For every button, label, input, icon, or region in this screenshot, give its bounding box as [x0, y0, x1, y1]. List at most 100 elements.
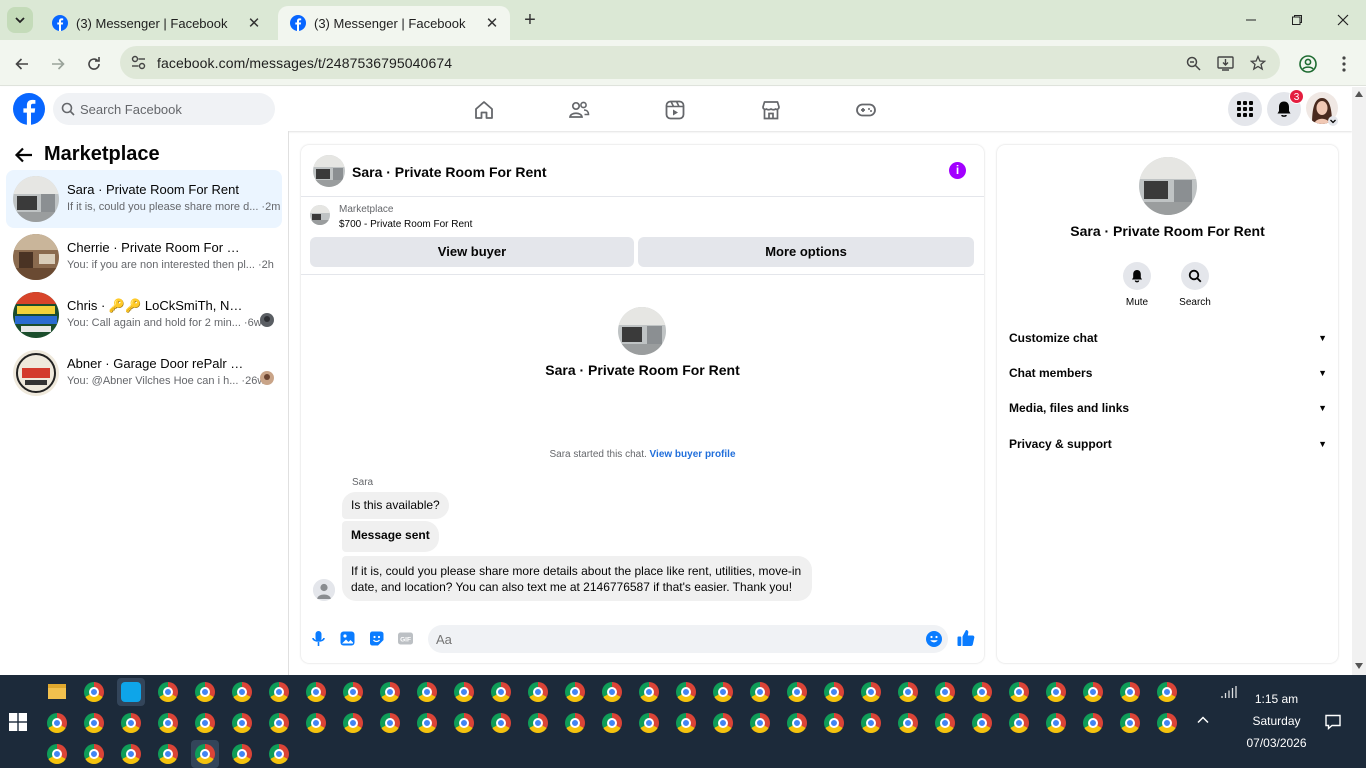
chrome-icon[interactable] — [158, 713, 178, 733]
chrome-icon[interactable] — [232, 744, 252, 764]
info-icon[interactable]: i — [949, 162, 966, 179]
clock-date[interactable]: 07/03/2026 — [1239, 736, 1314, 750]
back-button[interactable] — [11, 53, 33, 75]
chrome-icon[interactable] — [84, 744, 104, 764]
privacy-support-section[interactable]: Privacy & support ▼ — [1009, 437, 1327, 457]
new-tab-button[interactable]: + — [518, 10, 542, 32]
back-arrow-icon[interactable] — [14, 145, 34, 165]
photo-icon[interactable] — [339, 630, 356, 647]
customize-chat-section[interactable]: Customize chat ▼ — [1009, 331, 1327, 351]
tab-search-button[interactable] — [7, 7, 33, 33]
chrome-icon[interactable] — [1046, 713, 1066, 733]
chrome-icon[interactable] — [602, 713, 622, 733]
view-buyer-profile-link[interactable]: View buyer profile — [650, 449, 736, 460]
chrome-icon[interactable] — [750, 682, 770, 702]
chrome-icon[interactable] — [1120, 682, 1140, 702]
chat-list-item[interactable]: Sara · Private Room For Rent If it is, c… — [6, 170, 282, 228]
conversation-avatar[interactable] — [313, 155, 345, 187]
chrome-icon[interactable] — [528, 682, 548, 702]
chrome-icon[interactable] — [861, 682, 881, 702]
conversation-title[interactable]: Sara · Private Room For Rent — [352, 164, 547, 180]
chrome-icon[interactable] — [713, 713, 733, 733]
chrome-icon[interactable] — [121, 744, 141, 764]
chrome-icon[interactable] — [1083, 713, 1103, 733]
tab-close-icon[interactable]: ✕ — [484, 15, 500, 32]
more-options-button[interactable]: More options — [638, 237, 974, 267]
info-avatar[interactable] — [1139, 157, 1197, 215]
forward-button[interactable] — [47, 53, 69, 75]
chrome-icon[interactable] — [528, 713, 548, 733]
url-text[interactable]: facebook.com/messages/t/2487536795040674 — [157, 55, 452, 71]
reload-button[interactable] — [83, 53, 105, 75]
chrome-icon[interactable] — [158, 744, 178, 764]
chrome-icon[interactable] — [787, 682, 807, 702]
message-bubble[interactable]: Is this available? — [342, 492, 449, 519]
zoom-icon[interactable] — [1184, 54, 1202, 72]
emoji-icon[interactable] — [926, 631, 942, 647]
gaming-icon[interactable] — [855, 99, 877, 121]
chrome-icon[interactable] — [935, 713, 955, 733]
chrome-icon[interactable] — [1157, 713, 1177, 733]
chrome-icon[interactable] — [676, 713, 696, 733]
chrome-icon[interactable] — [824, 713, 844, 733]
bookmark-star-icon[interactable] — [1249, 54, 1267, 72]
media-files-links-section[interactable]: Media, files and links ▼ — [1009, 401, 1327, 421]
file-explorer-icon[interactable] — [48, 684, 66, 699]
chrome-icon[interactable] — [158, 682, 178, 702]
chrome-icon[interactable] — [47, 713, 67, 733]
listing-title[interactable]: $700 - Private Room For Rent — [339, 219, 472, 230]
chrome-icon[interactable] — [454, 713, 474, 733]
tray-overflow-icon[interactable] — [1196, 713, 1212, 729]
chrome-icon[interactable] — [417, 682, 437, 702]
thumbs-up-icon[interactable] — [956, 628, 976, 648]
notification-center-icon[interactable] — [1324, 713, 1342, 731]
view-buyer-button[interactable]: View buyer — [310, 237, 634, 267]
chrome-icon[interactable] — [565, 713, 585, 733]
chrome-icon[interactable] — [972, 713, 992, 733]
clock-time[interactable]: 1:15 am — [1239, 692, 1314, 706]
microphone-icon[interactable] — [310, 630, 327, 647]
site-settings-icon[interactable] — [130, 54, 147, 71]
chrome-icon[interactable] — [380, 682, 400, 702]
profile-avatar-large[interactable] — [618, 307, 666, 355]
close-window-icon[interactable] — [1328, 8, 1358, 32]
scroll-up-icon[interactable] — [1355, 91, 1363, 97]
chrome-icon[interactable] — [824, 682, 844, 702]
chrome-icon[interactable] — [1157, 682, 1177, 702]
chrome-icon[interactable] — [713, 682, 733, 702]
chrome-icon[interactable] — [1120, 713, 1140, 733]
chrome-icon[interactable] — [269, 713, 289, 733]
chrome-icon[interactable] — [84, 682, 104, 702]
chrome-icon[interactable] — [491, 713, 511, 733]
sticker-icon[interactable] — [368, 630, 385, 647]
mute-button[interactable]: Mute — [1107, 262, 1167, 308]
chrome-icon[interactable] — [195, 713, 215, 733]
video-icon[interactable] — [664, 99, 686, 121]
chrome-icon[interactable] — [1009, 682, 1029, 702]
chrome-icon[interactable] — [269, 682, 289, 702]
chrome-icon[interactable] — [639, 713, 659, 733]
chrome-icon[interactable] — [454, 682, 474, 702]
browser-tab-2-active[interactable]: (3) Messenger | Facebook ✕ — [278, 6, 510, 40]
chrome-icon[interactable] — [602, 682, 622, 702]
install-app-icon[interactable] — [1216, 54, 1234, 72]
chrome-icon[interactable] — [935, 682, 955, 702]
facebook-logo-icon[interactable] — [13, 93, 45, 125]
chrome-icon[interactable] — [861, 713, 881, 733]
browser-menu-button[interactable] — [1333, 53, 1355, 75]
account-chevron-icon[interactable] — [1328, 116, 1338, 126]
chrome-icon[interactable] — [972, 682, 992, 702]
chrome-icon[interactable] — [750, 713, 770, 733]
address-bar[interactable]: facebook.com/messages/t/2487536795040674 — [120, 46, 1280, 79]
scroll-down-icon[interactable] — [1355, 663, 1363, 669]
chrome-icon[interactable] — [417, 713, 437, 733]
facebook-search-input[interactable]: Search Facebook — [53, 93, 275, 125]
sender-avatar[interactable] — [313, 579, 335, 601]
message-input[interactable] — [428, 625, 948, 653]
chrome-icon[interactable] — [195, 682, 215, 702]
chrome-icon[interactable] — [898, 682, 918, 702]
chrome-icon[interactable] — [380, 713, 400, 733]
gif-icon[interactable]: GIF — [397, 630, 414, 647]
chrome-icon[interactable] — [121, 713, 141, 733]
marketplace-icon[interactable] — [760, 99, 782, 121]
